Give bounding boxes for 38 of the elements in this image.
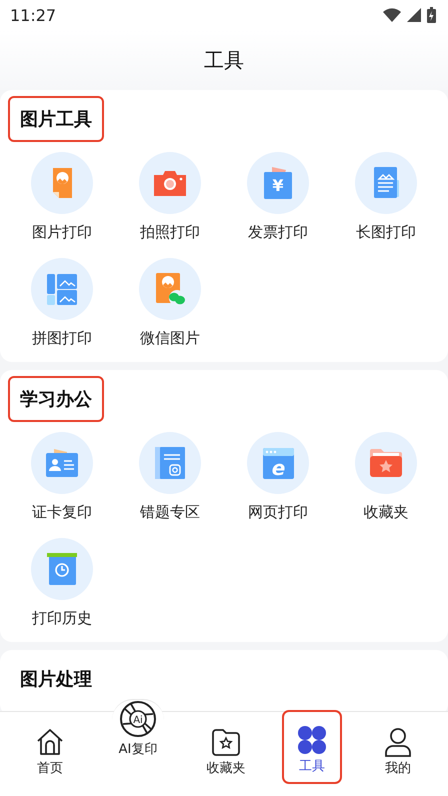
tool-item[interactable]: 图片打印 [8,152,116,242]
tool-item[interactable]: 拍照打印 [116,152,224,242]
section-title: 学习办公 [8,376,104,422]
nav-tab[interactable]: 收藏夹 [196,712,256,782]
home-icon [35,727,65,757]
grid-icon [297,725,327,755]
tool-item[interactable]: 长图打印 [332,152,440,242]
id-card-icon [45,448,79,478]
long-image-icon [371,166,401,200]
photo-chat-icon [153,272,187,306]
nav-tab[interactable]: 工具 [282,710,342,784]
tool-item[interactable]: e 网页打印 [224,432,332,522]
battery-icon [427,7,436,23]
browser-icon: e [261,446,295,480]
nav-tab[interactable]: Ai AI复印 [108,698,168,782]
tool-item[interactable]: 证卡复印 [8,432,116,522]
nav-tab[interactable]: 首页 [20,712,80,782]
tool-item[interactable]: ¥ 发票打印 [224,152,332,242]
page-title: 工具 [204,46,244,74]
star-folder-icon [369,448,403,478]
tool-item[interactable]: 收藏夹 [332,432,440,522]
camera-icon [153,169,187,197]
tool-item[interactable]: 打印历史 [8,538,116,628]
notebook-icon [153,446,187,480]
person-icon [384,727,412,757]
clock-box-icon [46,552,78,586]
tool-item[interactable]: 错题专区 [116,432,224,522]
section-title: 图片工具 [8,96,104,142]
tool-item[interactable]: 拼图打印 [8,258,116,348]
aperture-icon: Ai [119,700,157,738]
wifi-icon [383,8,401,22]
status-time: 11:27 [10,6,56,24]
star-folder-icon [211,727,241,757]
tool-item[interactable]: 微信图片 [116,258,224,348]
signal-icon [407,8,421,22]
section-title: 图片处理 [19,668,93,692]
collage-icon [46,272,78,306]
nav-tab[interactable]: 我的 [368,712,428,782]
